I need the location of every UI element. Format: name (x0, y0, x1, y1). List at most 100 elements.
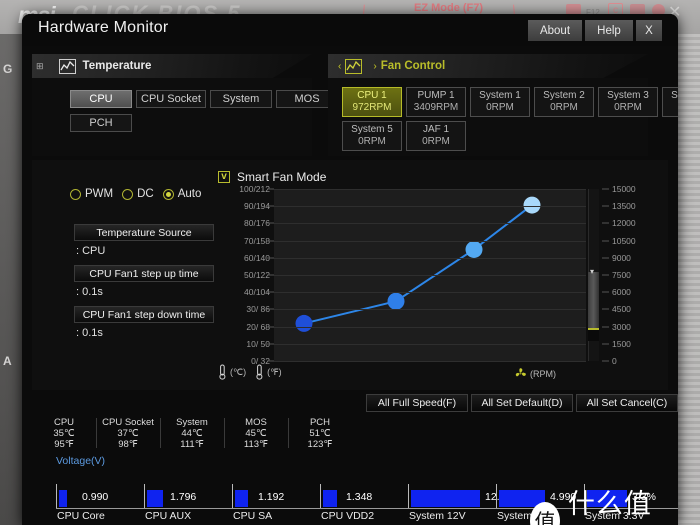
readout-fahrenheit: 98℉ (118, 439, 138, 451)
all-set-default-button[interactable]: All Set Default(D) (471, 394, 573, 412)
temp-source-cpu[interactable]: CPU (70, 90, 132, 108)
temp-source-pch[interactable]: PCH (70, 114, 132, 132)
close-button[interactable]: X (636, 20, 662, 41)
thermometer-icon (255, 364, 264, 380)
fan-name: JAF 1 (422, 123, 450, 135)
all-set-cancel-button[interactable]: All Set Cancel(C) (576, 394, 678, 412)
chart-tick-mark (267, 291, 274, 293)
radio-dot-icon (70, 188, 81, 200)
prev-arrow-icon[interactable]: ‹ (338, 61, 341, 72)
fan-button-system-2[interactable]: System 2 0RPM (534, 87, 594, 117)
chart-y-tick-right: 10500 (612, 235, 636, 246)
expand-box-icon[interactable]: ⊞ (36, 61, 44, 72)
step-down-time-button[interactable]: CPU Fan1 step down time (74, 306, 214, 323)
fan-button-system-4[interactable]: System 4 0RPM (662, 87, 678, 117)
fan-rpm: 0RPM (614, 102, 642, 113)
readout-fahrenheit: 123℉ (307, 439, 333, 451)
chart-y-tick-right: 1500 (612, 338, 631, 349)
fahrenheit-unit-label: (℉) (267, 366, 282, 377)
chart-data-point[interactable] (387, 292, 405, 310)
hardware-monitor-dialog: Hardware Monitor About Help X ⊞ Temperat… (22, 14, 678, 525)
celsius-unit-label: (℃) (230, 366, 247, 377)
chart-y-tick-left: 80/176 (244, 218, 270, 229)
smart-fan-mode-toggle[interactable]: v Smart Fan Mode (218, 170, 326, 184)
chart-scrollbar-cap[interactable] (588, 328, 599, 341)
voltage-value: 1.348 (346, 491, 373, 503)
page-title: Hardware Monitor (38, 19, 169, 36)
fan-name: CPU 1 (357, 89, 387, 101)
voltage-bar (235, 490, 248, 507)
chart-data-point[interactable] (465, 240, 483, 258)
fan-button-system-5[interactable]: System 5 0RPM (342, 121, 402, 151)
temperature-readout-cell: System 44℃ 111℉ (160, 416, 224, 452)
temperature-panel-header: ⊞ Temperature (32, 54, 312, 78)
temp-source-system[interactable]: System (210, 90, 272, 108)
step-down-time-value: : 0.1s (76, 327, 103, 339)
voltage-tick (320, 484, 321, 508)
fan-button-pump-1[interactable]: PUMP 1 3409RPM (406, 87, 466, 117)
temperature-source-button[interactable]: Temperature Source (74, 224, 214, 241)
temperature-source-value: : CPU (76, 245, 106, 257)
radio-dc[interactable]: DC (122, 188, 154, 200)
chart-tick-mark (602, 326, 609, 328)
fan-button-system-1[interactable]: System 1 0RPM (470, 87, 530, 117)
fan-rpm: 0RPM (422, 136, 450, 147)
chevron-down-icon: ▾ (590, 267, 595, 276)
step-up-time-button[interactable]: CPU Fan1 step up time (74, 265, 214, 282)
checkbox-icon[interactable]: v (218, 171, 230, 183)
bios-side-letter-a: A (3, 354, 12, 368)
all-full-speed-button[interactable]: All Full Speed(F) (366, 394, 468, 412)
chart-scrollbar-thumb[interactable] (588, 272, 599, 328)
readout-celsius: 45℃ (245, 428, 267, 440)
chart-y-tick-left: 20/ 68 (246, 321, 270, 332)
temperature-readout-cell: CPU 35℃ 95℉ (32, 416, 96, 452)
fan-button-jaf-1[interactable]: JAF 1 0RPM (406, 121, 466, 151)
chart-y-tick-left: 90/194 (244, 201, 270, 212)
rpm-unit-label: (RPM) (530, 368, 556, 379)
chart-tick-mark (602, 257, 609, 259)
fan-mode-radio-group: PWM DC Auto (70, 188, 201, 200)
fan-rpm: 3409RPM (413, 102, 459, 113)
voltage-label: System 12V (409, 510, 466, 522)
voltage-value: 1.796 (170, 491, 197, 503)
ez-mode-label[interactable]: EZ Mode (F7) (414, 2, 483, 14)
chart-tick-mark (267, 240, 274, 242)
smart-fan-mode-label: Smart Fan Mode (237, 170, 327, 184)
radio-pwm[interactable]: PWM (70, 188, 113, 200)
temperature-source-buttons: CPU CPU Socket System MOS PCH (32, 78, 338, 156)
fan-button-system-3[interactable]: System 3 0RPM (598, 87, 658, 117)
readout-celsius: 44℃ (181, 428, 203, 440)
next-arrow-icon[interactable]: › (373, 61, 376, 72)
fan-control-panel-header: ‹ › Fan Control (328, 54, 648, 78)
voltage-value: 0.990 (82, 491, 109, 503)
watermark-logo: 值 (530, 502, 560, 525)
chart-gridline (274, 309, 586, 311)
bios-left-strip: G A (0, 34, 22, 525)
watermark: 值 什么值得买 (530, 482, 678, 525)
voltage-label: CPU SA (233, 510, 273, 522)
chart-gridline (274, 326, 586, 328)
radio-auto[interactable]: Auto (162, 188, 201, 200)
about-button[interactable]: About (528, 20, 582, 41)
readout-celsius: 35℃ (53, 428, 75, 440)
chart-data-point[interactable] (295, 314, 313, 332)
chart-y-tick-left: 50/122 (244, 270, 270, 280)
fan-name: System 3 (607, 89, 649, 101)
readout-name: CPU (53, 417, 75, 428)
chart-plot-area[interactable] (274, 189, 586, 362)
chart-x-axis-units: (℃) (℉) (218, 364, 291, 380)
chart-y-tick-right: 9000 (612, 252, 631, 263)
voltage-tick (56, 484, 57, 508)
fan-button-cpu-1[interactable]: CPU 1 972RPM (342, 87, 402, 117)
chart-tick-mark (267, 343, 274, 345)
readout-name: PCH (309, 417, 331, 428)
chart-tick-mark (267, 188, 274, 190)
help-button[interactable]: Help (585, 20, 633, 41)
chart-tick-mark (267, 222, 274, 224)
chart-data-point[interactable] (523, 196, 541, 214)
fan-name: PUMP 1 (417, 89, 455, 101)
readout-fahrenheit: 111℉ (180, 439, 204, 451)
temp-source-cpu-socket[interactable]: CPU Socket (136, 90, 206, 108)
temperature-readout-cell: MOS 45℃ 113℉ (224, 416, 288, 452)
chart-y-tick-left: 100/212 (239, 184, 270, 194)
